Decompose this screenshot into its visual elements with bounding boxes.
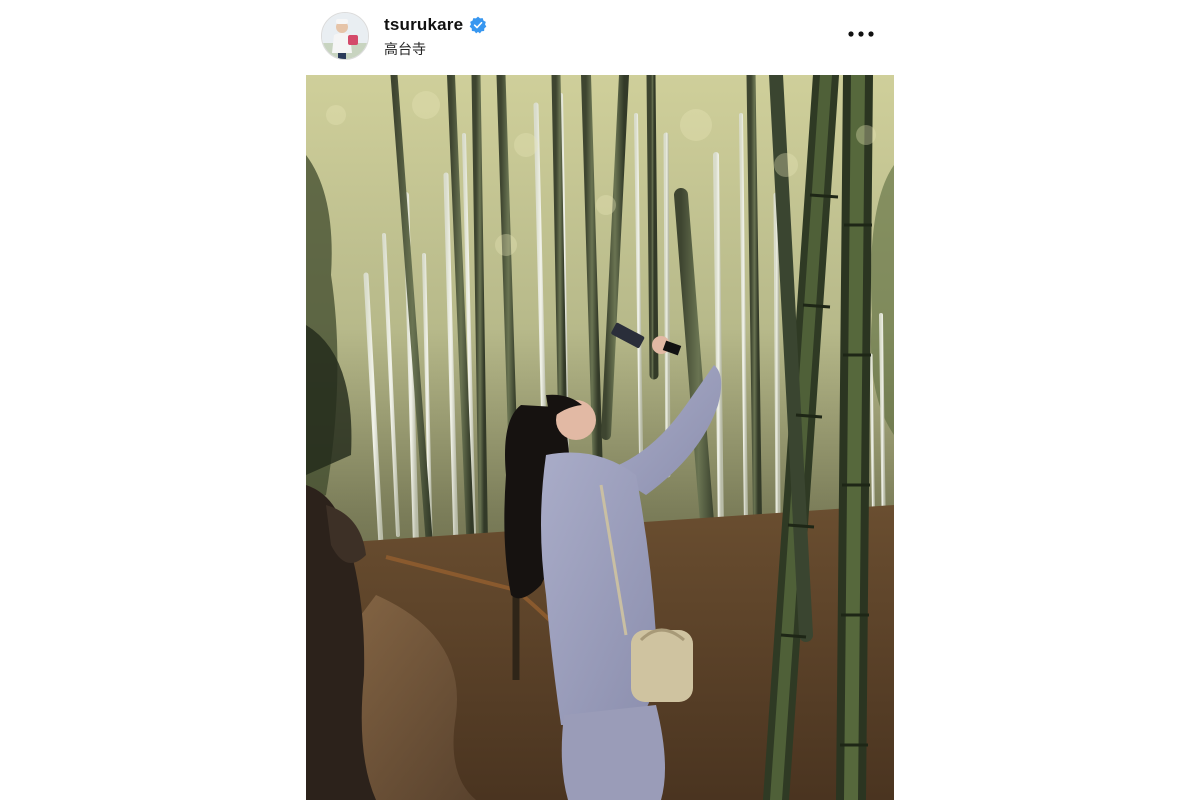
post-photo[interactable]: [306, 75, 894, 800]
more-options-button[interactable]: [846, 22, 876, 46]
avatar[interactable]: [321, 12, 369, 60]
post-location[interactable]: 高台寺: [384, 39, 487, 59]
instagram-post: tsurukare 高台寺: [306, 0, 894, 800]
bamboo-forest-photo: [306, 75, 894, 800]
user-block: tsurukare 高台寺: [384, 14, 487, 59]
verified-badge-icon: [469, 16, 487, 34]
more-options-icon: [848, 31, 874, 37]
username-row: tsurukare: [384, 14, 487, 36]
username[interactable]: tsurukare: [384, 15, 463, 35]
avatar-image: [322, 13, 368, 59]
post-header: tsurukare 高台寺: [306, 0, 894, 75]
